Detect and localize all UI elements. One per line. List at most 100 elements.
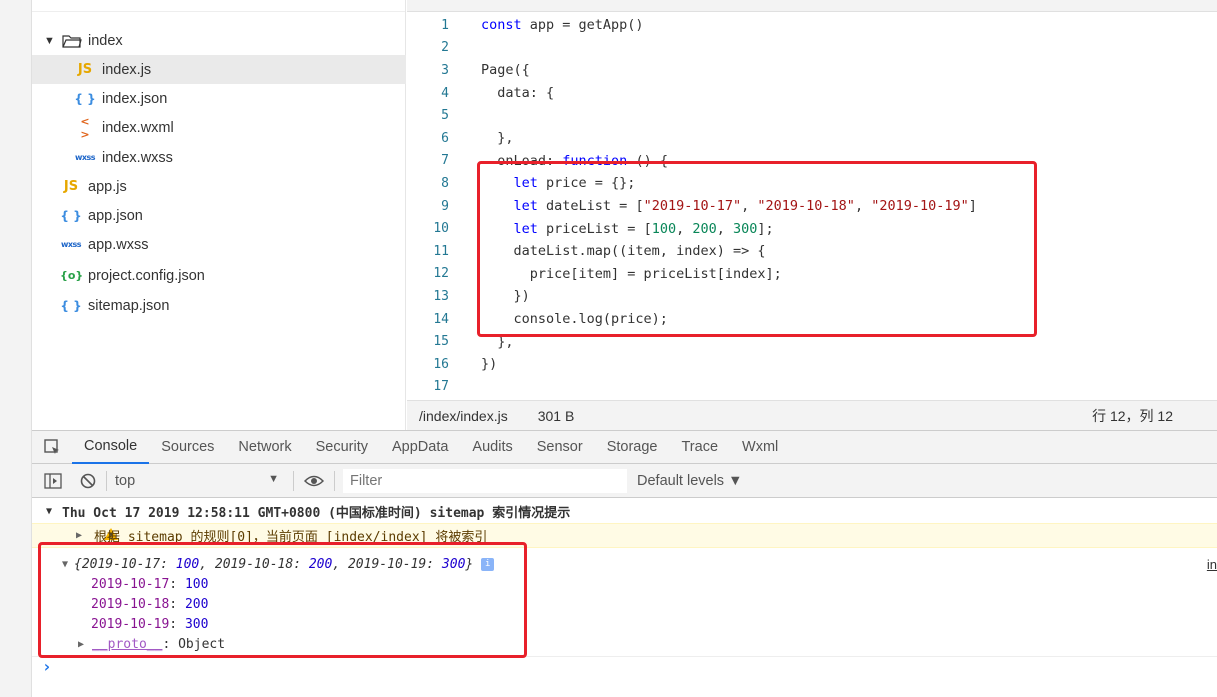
js-file-icon: JS: [77, 62, 93, 77]
preview-value: 100: [175, 556, 200, 572]
code-line[interactable]: 2: [407, 37, 1217, 60]
line-number: 10: [433, 221, 449, 237]
code-line[interactable]: 10 let priceList = [100, 200, 300];: [407, 217, 1217, 240]
tab-trace[interactable]: Trace: [669, 430, 730, 464]
code-line[interactable]: 16}): [407, 353, 1217, 376]
code-line[interactable]: 6 },: [407, 127, 1217, 150]
code-text: let price = {};: [513, 175, 636, 192]
line-number: 7: [441, 153, 449, 169]
file-size: 301 B: [537, 407, 575, 424]
proto-key: __proto__: [92, 636, 163, 652]
proto-row[interactable]: ▶ __proto__ : Object: [32, 634, 1217, 654]
console-group-header[interactable]: ▼ Thu Oct 17 2019 12:58:11 GMT+0800 (中国标…: [32, 501, 1217, 521]
tree-file-wxss[interactable]: wxss app.wxss: [32, 230, 406, 259]
tab-wxml[interactable]: Wxml: [730, 430, 790, 464]
code-line[interactable]: 14 console.log(price);: [407, 308, 1217, 331]
prompt-chevron-icon: ›: [42, 657, 52, 676]
code-text: price[item] = priceList[index];: [481, 265, 782, 282]
file-tree: ▼ index JS index.js { } index.json < > index.…: [32, 0, 406, 430]
tree-file-js[interactable]: JS app.js: [32, 172, 406, 201]
line-number: 4: [441, 85, 449, 101]
object-property-row: 2019-10-19: 300: [32, 614, 1217, 634]
line-number: 6: [441, 130, 449, 146]
property-key: 2019-10-19: [91, 616, 170, 632]
code-text: let priceList = [100, 200, 300];: [513, 220, 774, 237]
file-label: index.js: [102, 61, 152, 78]
folder-open-icon: [62, 34, 82, 48]
object-property-row: 2019-10-18: 200: [32, 594, 1217, 614]
left-gutter: [0, 0, 32, 697]
console-warning-row[interactable]: ! ▶ 根据 sitemap 的规则[0]，当前页面 [index/index]…: [32, 523, 1217, 548]
code-text: data: {: [481, 85, 555, 102]
tab-audits[interactable]: Audits: [460, 430, 524, 464]
folder-label: index: [88, 32, 123, 49]
eye-icon[interactable]: [302, 474, 326, 488]
code-text: },: [481, 130, 514, 147]
code-text: Page({: [481, 62, 530, 79]
info-icon[interactable]: i: [481, 557, 495, 571]
preview-value: 300: [441, 556, 466, 572]
tab-sources[interactable]: Sources: [149, 430, 226, 464]
inspect-element-icon[interactable]: [32, 438, 72, 456]
tree-file-json[interactable]: { } sitemap.json: [32, 291, 406, 320]
file-label: app.json: [88, 207, 143, 224]
tree-file-wxml[interactable]: < > index.wxml: [32, 113, 406, 142]
tab-network[interactable]: Network: [226, 430, 303, 464]
tree-file-wxss[interactable]: wxss index.wxss: [32, 143, 406, 172]
code-line[interactable]: 7 onLoad: function () {: [407, 150, 1217, 173]
code-line[interactable]: 11 dateList.map((item, index) => {: [407, 240, 1217, 263]
code-text: }): [481, 356, 498, 373]
tab-sensor[interactable]: Sensor: [525, 430, 595, 464]
line-number: 1: [441, 17, 449, 33]
code-line[interactable]: 8 let price = {};: [407, 172, 1217, 195]
file-tree-toolbar: [32, 0, 405, 12]
code-line[interactable]: 12 price[item] = priceList[index];: [407, 263, 1217, 286]
tree-file-cfg[interactable]: {o} project.config.json: [32, 261, 406, 290]
console-output: ▼ Thu Oct 17 2019 12:58:11 GMT+0800 (中国标…: [32, 498, 1217, 697]
devtools-tabbar: Console Sources Network Security AppData Audi…: [32, 430, 1217, 464]
tab-security[interactable]: Security: [304, 430, 380, 464]
caret-down-icon: ▼: [44, 34, 55, 47]
tree-folder-index[interactable]: ▼ index: [32, 26, 406, 55]
tab-storage[interactable]: Storage: [595, 430, 670, 464]
cursor-position: 行 12，列 12: [1092, 407, 1173, 424]
wxss-file-icon: wxss: [60, 240, 82, 249]
line-number: 2: [441, 40, 449, 56]
line-number: 11: [433, 243, 449, 259]
code-line[interactable]: 17: [407, 376, 1217, 399]
tree-file-js[interactable]: JS index.js: [32, 55, 406, 84]
line-number: 12: [433, 266, 449, 282]
code-line[interactable]: 9 let dateList = ["2019-10-17", "2019-10…: [407, 195, 1217, 218]
code-line[interactable]: 3 Page({: [407, 59, 1217, 82]
code-line[interactable]: 4 data: {: [407, 82, 1217, 105]
file-label: index.wxss: [102, 149, 173, 166]
code-line[interactable]: 15 },: [407, 330, 1217, 353]
tab-appdata[interactable]: AppData: [380, 430, 460, 464]
tree-file-json[interactable]: { } index.json: [32, 84, 406, 113]
console-prompt-row[interactable]: ›: [32, 656, 1217, 676]
sidebar-toggle-icon[interactable]: [42, 472, 64, 489]
property-value: 200: [184, 596, 209, 612]
clear-console-icon[interactable]: [78, 473, 98, 489]
code-editor[interactable]: 1 const app = getApp() 2 3 Page({4 data: {5 6…: [407, 0, 1217, 400]
tab-console[interactable]: Console: [72, 430, 150, 464]
file-path: /index/index.js: [419, 407, 508, 424]
code-line[interactable]: 1 const app = getApp(): [407, 14, 1217, 37]
code-text: }): [481, 288, 530, 305]
object-property-row: 2019-10-17: 100: [32, 574, 1217, 594]
log-levels-select[interactable]: Default levels ▼: [637, 473, 742, 489]
console-filter-input[interactable]: [343, 468, 627, 493]
property-colon: :: [169, 596, 185, 612]
line-number: 16: [433, 356, 449, 372]
line-number: 8: [441, 175, 449, 191]
context-select[interactable]: top ▼: [115, 473, 285, 489]
console-toolbar: top ▼ Default levels ▼: [32, 464, 1217, 498]
file-label: project.config.json: [88, 267, 205, 284]
code-line[interactable]: 13 }): [407, 285, 1217, 308]
object-preview-row[interactable]: ▼ {2019-10-17: 100, 2019-10-18: 200, 201…: [32, 554, 1217, 574]
json-file-icon: { }: [60, 208, 82, 223]
code-line[interactable]: 5: [407, 104, 1217, 127]
source-link[interactable]: in: [1207, 557, 1217, 572]
property-colon: :: [169, 616, 185, 632]
tree-file-json[interactable]: { } app.json: [32, 201, 406, 230]
